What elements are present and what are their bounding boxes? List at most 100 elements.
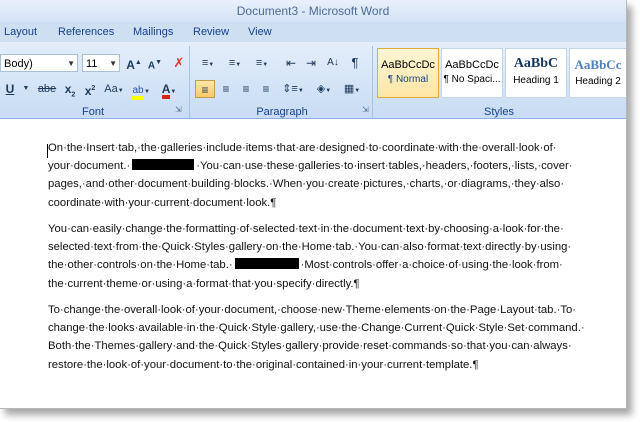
align-center-button[interactable]: ≡ — [217, 80, 235, 98]
paragraph: On·the·Insert·tab,·the·galleries·include… — [48, 139, 608, 212]
text-line: your·document.· ·You·can·use·these·galler… — [48, 157, 608, 175]
align-right-button[interactable]: ≡ — [237, 80, 255, 98]
chevron-down-icon: ▼ — [22, 85, 30, 92]
text-run: ·You·can·use·these·galleries·to·insert·t… — [196, 160, 573, 173]
tab-mailings[interactable]: Mailings — [133, 22, 173, 42]
subscript-button[interactable]: x2 — [62, 80, 78, 98]
quick-styles-gallery: AaBbCcDc ¶ Normal AaBbCcDc ¶ No Spaci...… — [377, 48, 626, 100]
tab-layout[interactable]: Layout — [4, 22, 37, 42]
bullets-button[interactable]: ≡▼ — [195, 54, 221, 72]
style-sample: AaBbCcDc — [445, 59, 499, 71]
sort-button[interactable]: A↓ — [324, 54, 342, 72]
style-no-spacing[interactable]: AaBbCcDc ¶ No Spaci... — [441, 48, 503, 98]
paragraph: You·can·easily·change·the·formatting·of·… — [48, 220, 608, 293]
sort-icon: A↓ — [327, 57, 339, 68]
line-spacing-icon: ⇕≡ — [282, 83, 298, 95]
align-left-icon: ≡ — [201, 83, 209, 97]
highlight-color-button[interactable]: ab▼ — [128, 80, 154, 100]
pilcrow-icon: ¶ — [351, 55, 359, 70]
text-line: the·other·controls·on·the·Home·tab.· ·Mos… — [48, 256, 608, 274]
highlighter-icon: ab — [132, 86, 145, 100]
superscript-button[interactable]: x2 — [82, 80, 98, 98]
style-sample: AaBbC — [513, 56, 559, 71]
text-line: Both·the·Themes·gallery·and·the·Quick·St… — [48, 340, 572, 353]
text-run: ·Most·controls·offer·a·choice·of·using·t… — [300, 259, 563, 272]
text-cursor — [47, 144, 48, 158]
dialog-launcher-icon[interactable]: ⇲ — [362, 106, 370, 114]
redaction-box — [132, 159, 195, 171]
style-name: ¶ No Spaci... — [443, 74, 501, 85]
style-heading-1[interactable]: AaBbC Heading 1 — [505, 48, 567, 98]
chevron-down-icon: ▼ — [117, 88, 124, 94]
font-size-dropdown[interactable]: 11 ▼ — [82, 54, 120, 72]
strikethrough-label: abe — [37, 83, 57, 95]
increase-indent-button[interactable]: ⇥ — [302, 54, 320, 72]
style-normal[interactable]: AaBbCcDc ¶ Normal — [377, 48, 439, 98]
decrease-indent-button[interactable]: ⇤ — [282, 54, 300, 72]
shrink-font-button[interactable]: A▼ — [146, 54, 164, 72]
text-run: your·document.· — [48, 160, 131, 173]
text-line: pages,·and·other·document·building·block… — [48, 178, 565, 191]
caret-down-icon: ▼ — [155, 59, 163, 66]
text-line: selected·text·from·the·Quick·Styles·gall… — [48, 241, 572, 254]
increase-indent-icon: ⇥ — [305, 56, 317, 70]
paragraph-group-label: Paragraph — [256, 106, 308, 118]
clear-formatting-button[interactable]: ✗ — [170, 54, 188, 72]
text-line: You·can·easily·change·the·formatting·of·… — [48, 223, 564, 235]
chevron-down-icon: ▼ — [325, 88, 332, 94]
text-line: To·change·the·overall·look·of·your·docum… — [48, 304, 577, 316]
text-line: coordinate·with·your·current·document·lo… — [48, 196, 277, 209]
text-line: On·the·Insert·tab,·the·galleries·include… — [48, 142, 557, 154]
title-bar: Document3 - Microsoft Word — [0, 0, 626, 22]
strikethrough-button[interactable]: abe — [36, 80, 58, 98]
text-line: the·current·theme·or·using·a·format·that… — [48, 277, 360, 290]
chevron-down-icon: ▼ — [354, 88, 361, 94]
show-formatting-marks-button[interactable]: ¶ — [346, 54, 364, 72]
style-name: Heading 2 — [575, 76, 621, 87]
style-name: Heading 1 — [513, 75, 559, 86]
font-color-button[interactable]: A▼ — [156, 80, 182, 99]
shading-button[interactable]: ◈▼ — [311, 80, 337, 98]
styles-group-label: Styles — [484, 106, 514, 118]
text-line: change·the·looks·available·in·the·Quick·… — [48, 322, 585, 335]
document-page[interactable]: On·the·Insert·tab,·the·galleries·include… — [0, 119, 626, 408]
justify-button[interactable]: ≡ — [257, 80, 275, 98]
font-name-dropdown[interactable]: Body) ▼ — [0, 54, 78, 72]
style-name: ¶ Normal — [387, 74, 429, 85]
border-grid-icon: ▦ — [343, 83, 355, 95]
tab-references[interactable]: References — [58, 22, 114, 42]
chevron-down-icon: ▼ — [67, 59, 75, 68]
style-sample: AaBbCcDc — [381, 59, 435, 71]
dialog-launcher-icon[interactable]: ⇲ — [175, 106, 183, 114]
decrease-indent-icon: ⇤ — [285, 56, 297, 70]
eraser-icon: ✗ — [173, 55, 185, 70]
tab-review[interactable]: Review — [193, 22, 229, 42]
borders-button[interactable]: ▦▼ — [339, 80, 365, 98]
font-size-value: 11 — [86, 58, 98, 70]
chevron-down-icon: ▼ — [262, 62, 269, 68]
line-spacing-button[interactable]: ⇕≡▼ — [280, 80, 306, 98]
align-center-icon: ≡ — [222, 82, 230, 96]
redaction-box — [234, 258, 299, 270]
change-case-button[interactable]: Aa▼ — [103, 80, 125, 98]
tab-view[interactable]: View — [248, 22, 272, 42]
font-group-label: Font — [81, 106, 104, 118]
style-sample: AaBbCc — [574, 57, 622, 72]
text-run: the·other·controls·on·the·Home·tab.· — [48, 259, 233, 272]
underline-dropdown-button[interactable]: ▼ — [22, 80, 30, 98]
underline-button[interactable]: U — [2, 80, 18, 98]
group-divider — [189, 46, 190, 118]
align-left-button[interactable]: ≡ — [195, 80, 215, 98]
multilevel-list-button[interactable]: ≡▼ — [249, 54, 275, 72]
paint-bucket-icon: ◈ — [316, 83, 326, 95]
ribbon-tabs: Layout References Mailings Review View — [0, 22, 626, 42]
chevron-down-icon: ▼ — [208, 62, 215, 68]
style-heading-2[interactable]: AaBbCc Heading 2 — [569, 48, 626, 98]
change-case-label: Aa — [104, 83, 118, 95]
grow-font-button[interactable]: A▲ — [125, 54, 143, 72]
numbering-button[interactable]: ≡▼ — [222, 54, 248, 72]
chevron-down-icon: ▼ — [109, 59, 117, 68]
chevron-down-icon: ▼ — [297, 88, 304, 94]
paragraph: To·change·the·overall·look·of·your·docum… — [48, 301, 608, 374]
window-title: Document3 - Microsoft Word — [236, 4, 390, 18]
